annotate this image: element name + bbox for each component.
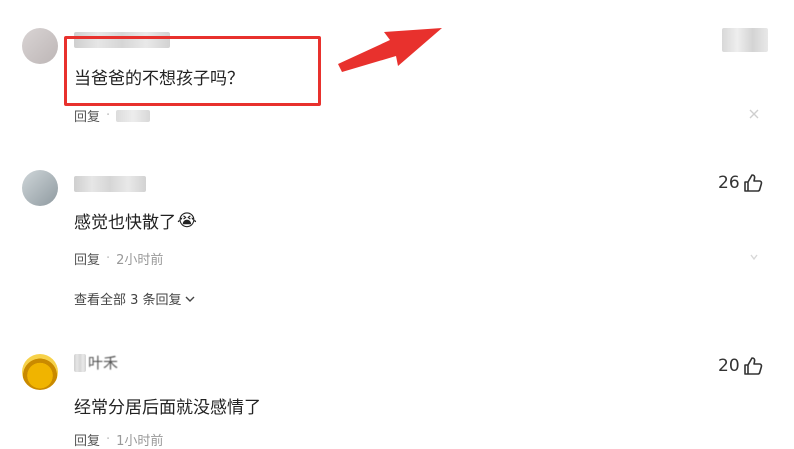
thumbs-up-icon[interactable] [743, 173, 763, 193]
avatar[interactable] [22, 354, 58, 390]
timestamp: 1小时前 [116, 434, 164, 449]
reply-button[interactable]: 回复 [74, 106, 100, 125]
view-replies-label: 查看全部 3 条回复 [74, 293, 182, 308]
thumbs-up-icon[interactable] [743, 356, 763, 376]
username[interactable]: 叶禾 [74, 352, 118, 373]
like-count[interactable]: 20 [718, 356, 763, 376]
view-replies-link[interactable]: 查看全部 3 条回复 [74, 289, 196, 308]
reply-button[interactable]: 回复 [74, 249, 100, 268]
separator-dot: · [106, 108, 111, 123]
username-text: 叶禾 [88, 354, 119, 372]
comment-text: 感觉也快散了 😭 [74, 208, 197, 234]
dismiss-icon[interactable] [749, 252, 759, 262]
avatar[interactable] [22, 170, 58, 206]
comment-meta: 回复 · 1小时前 [74, 430, 163, 449]
red-arrow-annotation [338, 28, 442, 72]
separator-dot: · [106, 432, 111, 447]
like-count-value: 26 [718, 173, 740, 193]
username-blurred [74, 176, 146, 192]
like-count[interactable]: 26 [718, 173, 763, 193]
username-blur-overlay [74, 353, 86, 372]
comment-text-content: 感觉也快散了 [74, 213, 176, 233]
comment-meta: 回复 · [74, 106, 151, 125]
dismiss-icon[interactable] [749, 109, 759, 119]
timestamp: 2小时前 [116, 253, 164, 268]
blurred-corner-image [722, 28, 768, 52]
avatar[interactable] [22, 28, 58, 64]
comment-meta: 回复 · 2小时前 [74, 249, 163, 268]
comment-text: 经常分居后面就没感情了 [74, 398, 261, 418]
like-count-value: 20 [718, 356, 740, 376]
chevron-down-icon [185, 296, 195, 302]
comment-text: 当爸爸的不想孩子吗？ [74, 69, 244, 89]
timestamp-blurred [116, 109, 151, 122]
separator-dot: · [106, 251, 111, 266]
crying-emoji: 😭 [177, 210, 197, 231]
reply-button[interactable]: 回复 [74, 430, 100, 449]
